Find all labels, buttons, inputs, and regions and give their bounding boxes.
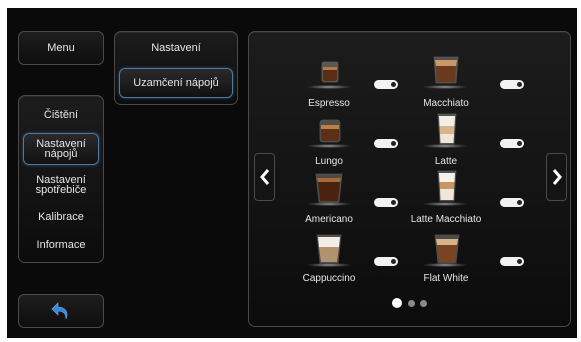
left-nav-panel: Čištění Nastavení nápojů Nastavení spotř… [18,95,104,263]
tab-drink-lock-label: Uzamčení nápojů [133,77,219,89]
cup-reflection [307,263,351,267]
chevron-left-icon [259,169,269,185]
menu-button[interactable]: Menu [18,31,104,65]
page-dot[interactable] [420,300,427,307]
drink-label: Lungo [315,156,343,167]
nav-item-label: Kalibrace [38,211,84,223]
americano-cup-icon [315,173,343,203]
sub-nav-title-label: Nastavení [151,42,201,54]
macchiato-lock-toggle[interactable] [500,80,524,89]
drink-label: Macchiato [423,98,469,109]
nav-item-label: Informace [36,239,86,251]
drink-label: Cappuccino [302,273,356,284]
chevron-right-icon [552,169,562,185]
drink-lock-panel: Espresso Macchiato Lungo Latte Americano… [248,31,571,327]
latte-cup-icon [437,113,457,145]
cappuccino-cup-icon [316,234,342,264]
sub-nav-title: Nastavení [119,36,233,60]
back-arrow-icon [51,302,68,320]
drink-label: Latte Macchiato [410,214,482,225]
cup-reflection [423,85,467,89]
sub-nav-panel: Nastavení Uzamčení nápojů [114,31,238,105]
cup-reflection [423,263,467,267]
cup-reflection [307,144,351,148]
nav-item-label: Nastavení spotřebiče [35,174,87,196]
cup-reflection [423,202,467,206]
menu-label: Menu [47,42,75,54]
nav-item-label: Čištění [43,109,79,121]
lungo-cup-icon [319,119,341,143]
latte-macchiato-cup-icon [437,170,457,202]
espresso-cup-icon [321,61,339,83]
flat-white-cup-icon [434,234,460,264]
page-dot[interactable] [408,300,415,307]
nav-item-drink-settings[interactable]: Nastavení nápojů [23,133,99,165]
back-button[interactable] [18,294,104,328]
lungo-lock-toggle[interactable] [374,139,398,148]
espresso-lock-toggle[interactable] [374,80,398,89]
drink-label: Latte [434,156,458,167]
nav-item-information[interactable]: Informace [23,234,99,256]
nav-item-calibration[interactable]: Kalibrace [23,206,99,228]
latte-macchiato-lock-toggle[interactable] [500,198,524,207]
nav-item-cleaning[interactable]: Čištění [23,102,99,128]
drink-label: Flat White [423,273,469,284]
next-page-button[interactable] [546,153,567,201]
cup-reflection [423,144,467,148]
cup-reflection [307,85,351,89]
nav-item-label: Nastavení nápojů [36,138,86,160]
flat-white-lock-toggle[interactable] [500,257,524,266]
americano-lock-toggle[interactable] [374,198,398,207]
screen: Menu Čištění Nastavení nápojů Nastavení … [7,8,577,338]
drink-label: Americano [305,214,353,225]
page-dot-active[interactable] [392,298,402,308]
macchiato-cup-icon [433,56,459,84]
drink-label: Espresso [308,98,350,109]
cup-reflection [307,202,351,206]
nav-item-appliance-settings[interactable]: Nastavení spotřebiče [23,170,99,200]
tab-drink-lock[interactable]: Uzamčení nápojů [119,68,233,98]
cappuccino-lock-toggle[interactable] [374,257,398,266]
latte-lock-toggle[interactable] [500,139,524,148]
